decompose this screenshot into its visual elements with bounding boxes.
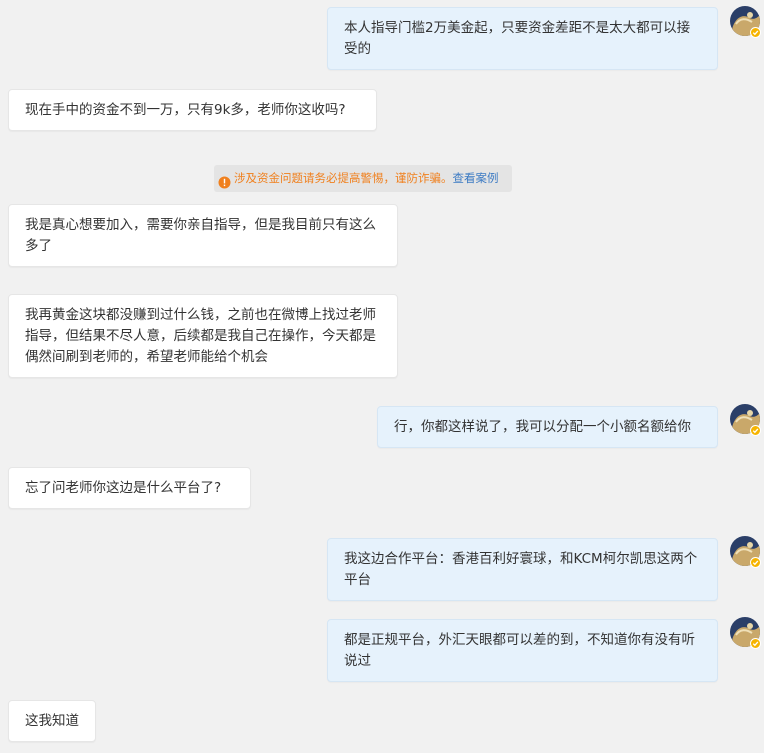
message-text: 现在手中的资金不到一万，只有9k多，老师你这收吗? bbox=[25, 102, 346, 118]
message-bubble-outgoing[interactable]: 本人指导门槛2万美金起，只要资金差距不是太大都可以接受的 bbox=[327, 7, 718, 70]
message-text: 行，你都这样说了，我可以分配一个小额名额给你 bbox=[394, 419, 691, 435]
warning-text: 涉及资金问题请务必提高警惕，谨防诈骗。 bbox=[234, 171, 453, 185]
message-text: 都是正规平台，外汇天眼都可以差的到，不知道你有没有听说过 bbox=[344, 632, 695, 669]
sender-avatar[interactable] bbox=[730, 404, 761, 436]
fraud-warning-notice: 涉及资金问题请务必提高警惕，谨防诈骗。查看案例 bbox=[214, 165, 512, 192]
view-cases-link[interactable]: 查看案例 bbox=[453, 171, 499, 185]
message-bubble-incoming[interactable]: 现在手中的资金不到一万，只有9k多，老师你这收吗? bbox=[8, 89, 377, 131]
message-bubble-outgoing[interactable]: 都是正规平台，外汇天眼都可以差的到，不知道你有没有听说过 bbox=[327, 619, 718, 682]
message-text: 这我知道 bbox=[25, 713, 79, 729]
verified-badge-icon bbox=[750, 557, 761, 568]
verified-badge-icon bbox=[750, 425, 761, 436]
verified-badge-icon bbox=[750, 27, 761, 38]
message-text: 本人指导门槛2万美金起，只要资金差距不是太大都可以接受的 bbox=[344, 20, 691, 57]
sender-avatar[interactable] bbox=[730, 6, 761, 38]
message-bubble-incoming[interactable]: 我再黄金这块都没赚到过什么钱，之前也在微博上找过老师指导，但结果不尽人意，后续都… bbox=[8, 294, 398, 378]
sender-avatar[interactable] bbox=[730, 617, 761, 649]
info-circle-icon bbox=[218, 172, 231, 189]
message-text: 我再黄金这块都没赚到过什么钱，之前也在微博上找过老师指导，但结果不尽人意，后续都… bbox=[25, 307, 376, 365]
message-text: 我是真心想要加入，需要你亲自指导，但是我目前只有这么多了 bbox=[25, 217, 376, 254]
message-bubble-outgoing[interactable]: 我这边合作平台：香港百利好寰球，和KCM柯尔凯思这两个平台 bbox=[327, 538, 718, 601]
message-text: 我这边合作平台：香港百利好寰球，和KCM柯尔凯思这两个平台 bbox=[344, 551, 698, 588]
message-bubble-incoming[interactable]: 忘了问老师你这边是什么平台了? bbox=[8, 467, 251, 509]
chat-thread: 本人指导门槛2万美金起，只要资金差距不是太大都可以接受的 现在手中的资金不到一万… bbox=[0, 0, 764, 753]
sender-avatar[interactable] bbox=[730, 536, 761, 568]
verified-badge-icon bbox=[750, 638, 761, 649]
message-bubble-incoming[interactable]: 这我知道 bbox=[8, 700, 96, 742]
message-bubble-outgoing[interactable]: 行，你都这样说了，我可以分配一个小额名额给你 bbox=[377, 406, 718, 448]
message-bubble-incoming[interactable]: 我是真心想要加入，需要你亲自指导，但是我目前只有这么多了 bbox=[8, 204, 398, 267]
message-text: 忘了问老师你这边是什么平台了? bbox=[25, 480, 222, 496]
